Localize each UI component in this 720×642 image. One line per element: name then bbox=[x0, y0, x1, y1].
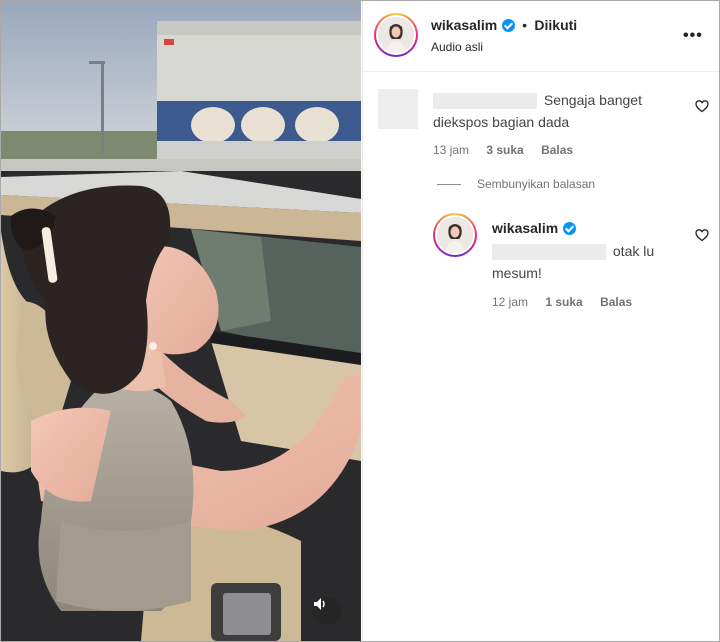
post-viewer: wikasalim • Diikuti Audio asli ••• Senga… bbox=[0, 0, 720, 642]
more-options-icon[interactable]: ••• bbox=[683, 27, 703, 45]
dot-separator: • bbox=[522, 17, 527, 33]
speaker-icon bbox=[314, 598, 325, 610]
video-frame-image bbox=[1, 1, 361, 641]
hide-replies-toggle[interactable]: Sembunyikan balasan bbox=[437, 177, 595, 191]
verified-icon bbox=[501, 19, 515, 32]
audio-label[interactable]: Audio asli bbox=[431, 40, 483, 54]
comments-panel: wikasalim • Diikuti Audio asli ••• Senga… bbox=[362, 1, 719, 641]
avatar-photo-icon bbox=[378, 17, 414, 53]
comment-time: 13 jam bbox=[433, 143, 470, 157]
comment-reply-button[interactable]: Balas bbox=[541, 143, 573, 157]
reply-text-block: otak lu mesum! bbox=[492, 240, 672, 284]
verified-icon bbox=[562, 222, 576, 235]
reply-username[interactable]: wikasalim bbox=[492, 220, 558, 236]
reply-reply-button[interactable]: Balas bbox=[600, 295, 632, 309]
hide-replies-label: Sembunyikan balasan bbox=[477, 177, 596, 191]
like-heart-icon[interactable] bbox=[695, 228, 709, 242]
comment-likes[interactable]: 3 suka bbox=[486, 143, 523, 157]
comment: Sengaja banget diekspos bagian dada 13 j… bbox=[433, 89, 683, 157]
comment-meta: 13 jam 3 suka Balas bbox=[433, 143, 683, 157]
blurred-mention bbox=[492, 244, 606, 261]
avatar-photo-icon bbox=[437, 217, 473, 253]
reply-time: 12 jam bbox=[492, 295, 529, 309]
author-username[interactable]: wikasalim bbox=[431, 17, 497, 33]
mute-button[interactable] bbox=[313, 597, 341, 625]
reply-comment: wikasalim otak lu mesum! 12 jam 1 suka B… bbox=[492, 220, 672, 309]
author-line: wikasalim • Diikuti bbox=[431, 17, 577, 35]
reply-author-line: wikasalim bbox=[492, 220, 672, 238]
author-avatar[interactable] bbox=[374, 13, 418, 57]
replies-divider bbox=[437, 183, 461, 185]
like-heart-icon[interactable] bbox=[695, 99, 709, 113]
blurred-username bbox=[433, 93, 537, 110]
follow-status-button[interactable]: Diikuti bbox=[534, 17, 577, 33]
post-header: wikasalim • Diikuti Audio asli ••• bbox=[363, 1, 719, 72]
comment-text-block: Sengaja banget diekspos bagian dada bbox=[433, 89, 683, 133]
commenter-avatar[interactable] bbox=[378, 89, 418, 129]
reply-likes[interactable]: 1 suka bbox=[545, 295, 582, 309]
video-player[interactable] bbox=[1, 1, 361, 641]
reply-author-avatar[interactable] bbox=[433, 213, 477, 257]
reply-meta: 12 jam 1 suka Balas bbox=[492, 295, 672, 309]
